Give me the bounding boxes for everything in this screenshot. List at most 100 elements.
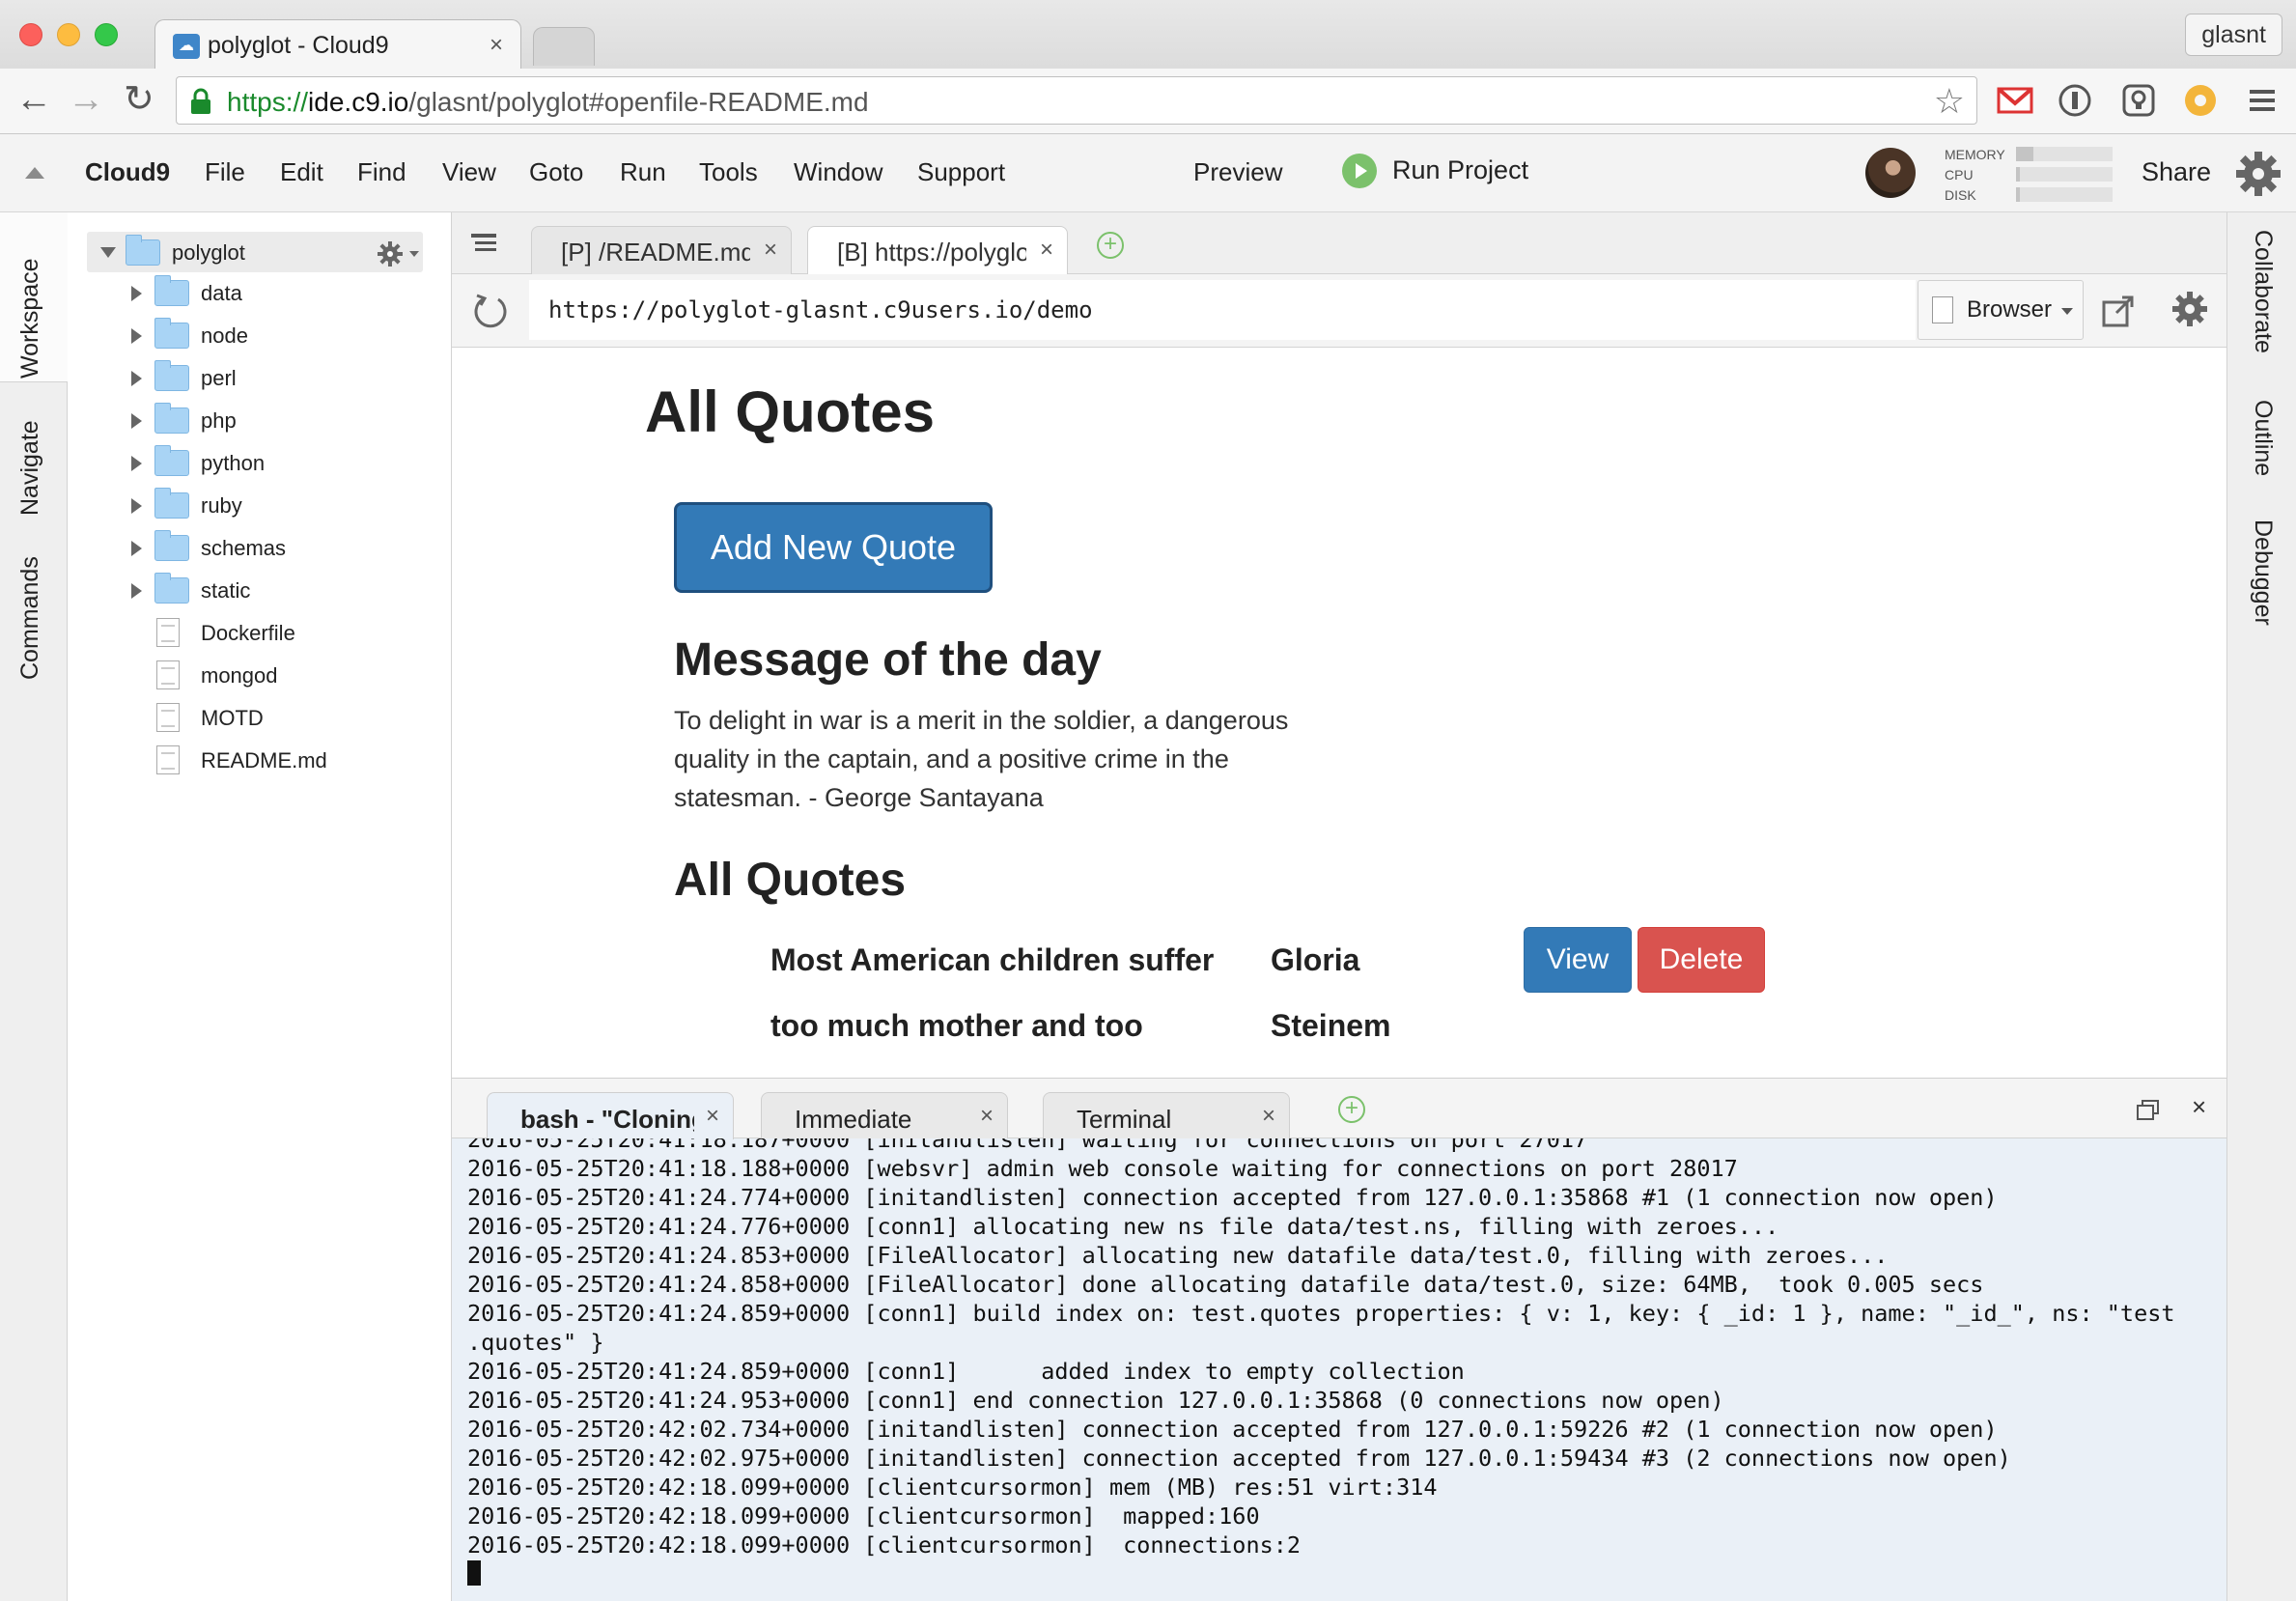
terminal-line: 2016-05-25T20:41:24.953+0000 [conn1] end… [467,1387,1724,1414]
add-terminal-tab-icon[interactable]: + [1338,1096,1365,1123]
terminal-line: .quotes" } [467,1329,604,1356]
run-project-label: Run Project [1392,155,1529,184]
tab-close-icon[interactable]: × [980,1103,994,1130]
tab-close-icon[interactable]: × [764,237,777,264]
menu-edit[interactable]: Edit [280,157,323,187]
add-new-quote-button[interactable]: Add New Quote [674,502,993,593]
tab-close-icon[interactable]: × [706,1103,719,1130]
view-quote-button[interactable]: View [1524,927,1632,993]
preview-reload-icon[interactable] [471,292,510,330]
close-panel-icon[interactable]: × [2192,1092,2206,1122]
bookmark-star-icon[interactable]: ☆ [1934,81,1965,122]
collapse-menubar-icon[interactable] [25,167,44,179]
tab-navigate[interactable]: Navigate [16,400,44,516]
menu-tools[interactable]: Tools [699,157,758,187]
cloud9-menu[interactable]: Cloud9 [85,157,170,187]
folder-icon [154,275,189,306]
terminal-line: 2016-05-25T20:41:18.187+0000 [initandlis… [467,1138,1588,1153]
tab-debugger[interactable]: Debugger [2249,520,2277,626]
folder-icon [154,445,189,476]
avatar[interactable] [1865,148,1916,198]
tab-readme[interactable]: [P] /README.md × [531,226,792,274]
terminal-line: 2016-05-25T20:42:18.099+0000 [clientcurs… [467,1503,1260,1530]
file-icon [156,618,180,647]
tab-close-icon[interactable]: × [1262,1103,1275,1130]
tab-collaborate[interactable]: Collaborate [2249,230,2277,353]
ide-menubar: Cloud9 File Edit Find View Goto Run Tool… [0,134,2296,212]
gmail-icon[interactable] [1997,82,2033,119]
page-title: All Quotes [645,379,936,444]
menu-run[interactable]: Run [620,157,666,187]
console-panel: bash - "Cloning ..." × Immediate × Termi… [452,1078,2226,1601]
terminal-line: 2016-05-25T20:42:18.099+0000 [clientcurs… [467,1474,1438,1501]
menu-goto[interactable]: Goto [529,157,583,187]
tabs-list-icon[interactable] [471,234,496,253]
resource-meters[interactable]: MEMORY CPU DISK [1945,144,2113,204]
browser-tab-close-icon[interactable]: × [490,32,503,59]
new-browser-tab-button[interactable] [533,27,595,66]
tab-outline[interactable]: Outline [2249,400,2277,476]
window-close-button[interactable] [19,23,42,46]
tab-close-icon[interactable]: × [1040,237,1053,264]
tab-terminal[interactable]: Terminal × [1043,1092,1290,1138]
share-button[interactable]: Share [2142,157,2211,187]
right-panel-tabs: Collaborate Outline Debugger [2226,212,2296,1601]
folder-collapsed-icon[interactable] [131,498,142,514]
settings-gear-icon[interactable] [2234,150,2282,198]
window-minimize-button[interactable] [57,23,80,46]
popout-icon[interactable] [2101,294,2136,328]
preview-url-input[interactable] [529,280,1916,340]
tab-workspace[interactable]: Workspace [16,230,44,379]
tab-bash[interactable]: bash - "Cloning ..." × [487,1092,734,1139]
reload-icon[interactable]: ↻ [124,80,154,119]
file-icon [156,745,180,774]
disk-meter: DISK [1945,184,2113,204]
onepassword-icon[interactable] [2057,82,2093,119]
folder-collapsed-icon[interactable] [131,286,142,301]
browser-menu-icon[interactable] [2244,82,2281,119]
back-arrow-icon[interactable]: ← [15,80,52,119]
folder-collapsed-icon[interactable] [131,583,142,599]
secure-lock-icon [191,88,210,114]
delete-quote-button[interactable]: Delete [1638,927,1765,993]
folder-collapsed-icon[interactable] [131,371,142,386]
terminal-line: 2016-05-25T20:41:24.776+0000 [conn1] all… [467,1213,1779,1240]
folder-collapsed-icon[interactable] [131,456,142,471]
preview-menu[interactable]: Preview [1193,157,1282,187]
folder-collapsed-icon[interactable] [131,328,142,344]
tab-browser-preview[interactable]: [B] https://polyglot-glasnt.c9users.io/d… [807,226,1068,275]
window-zoom-button[interactable] [95,23,118,46]
terminal-cursor [467,1560,481,1586]
folder-expanded-icon[interactable] [100,247,116,258]
preview-settings-gear-icon[interactable] [2170,290,2209,328]
folder-collapsed-icon[interactable] [131,413,142,429]
browser-toolbar: ← → ↻ https://ide.c9.io/glasnt/polyglot#… [0,69,2296,134]
menu-window[interactable]: Window [794,157,882,187]
file-icon [156,703,180,732]
folder-icon [154,403,189,434]
menu-find[interactable]: Find [357,157,406,187]
browser-select[interactable]: Browser [1918,280,2084,340]
menu-file[interactable]: File [205,157,245,187]
folder-icon [154,318,189,349]
editor-tabbar: [P] /README.md × [B] https://polyglot-gl… [452,212,2226,275]
restore-panel-icon[interactable] [2136,1098,2161,1121]
tab-immediate[interactable]: Immediate × [761,1092,1008,1138]
tab-commands[interactable]: Commands [16,535,44,680]
lightbulb-extension-icon[interactable] [2120,82,2157,119]
add-tab-icon[interactable]: + [1097,232,1124,259]
cloud9-favicon-icon: ☁ [173,34,200,59]
terminal-line: 2016-05-25T20:41:24.858+0000 [FileAlloca… [467,1271,1984,1298]
address-bar[interactable]: https://ide.c9.io/glasnt/polyglot#openfi… [176,76,1977,125]
tree-settings-gear-icon[interactable] [377,239,425,268]
profile-button[interactable]: glasnt [2185,14,2282,56]
donut-extension-icon[interactable] [2182,82,2219,119]
forward-arrow-icon[interactable]: → [68,80,104,119]
folder-collapsed-icon[interactable] [131,541,142,556]
browser-tab-polyglot[interactable]: ☁ polyglot - Cloud9 × [154,19,521,70]
menu-view[interactable]: View [442,157,496,187]
editor-pane: [P] /README.md × [B] https://polyglot-gl… [452,212,2226,1078]
terminal-output[interactable]: 2016-05-25T20:41:18.187+0000 [initandlis… [467,1138,2215,1601]
console-tabbar: bash - "Cloning ..." × Immediate × Termi… [452,1079,2226,1139]
menu-support[interactable]: Support [917,157,1005,187]
